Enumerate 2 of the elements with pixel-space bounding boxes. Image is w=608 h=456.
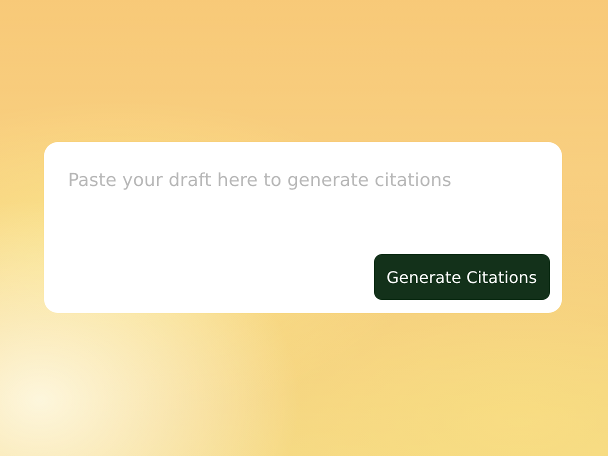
draft-input-field[interactable]: Paste your draft here to generate citations Generate Citations xyxy=(44,142,562,313)
generate-citations-button[interactable]: Generate Citations xyxy=(374,254,550,300)
